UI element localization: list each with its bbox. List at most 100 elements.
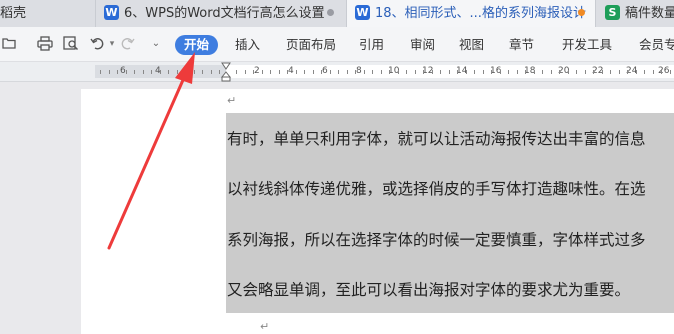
print-icon[interactable] [36,36,54,52]
ruler-tick [347,70,348,74]
tab-docer[interactable]: 稻壳 [0,0,94,27]
menu-insert[interactable]: 插入 [235,35,260,55]
menu-home[interactable]: 开始 [175,35,219,55]
menu-view[interactable]: 视图 [459,35,484,55]
ruler-tick [415,70,416,74]
horizontal-ruler[interactable]: 6 4 2 2 4 6 8 10 12 14 16 18 20 22 24 26 [0,62,674,82]
tab-label: 18、相同形式、...格的系列海报设计 [375,6,586,21]
indent-marker-icon[interactable] [221,62,231,82]
ruler-tick [245,70,246,74]
tab-close-dot-icon[interactable] [327,9,334,16]
ruler-tick [185,70,186,74]
ruler-tick [542,70,543,74]
ruler-tick [534,70,535,74]
menu-member[interactable]: 会员专 [639,35,674,55]
ruler-tick [262,70,263,74]
ruler-number: 6 [120,66,126,76]
ruler-number: 6 [322,66,328,76]
ruler-tick [627,70,628,74]
ruler-number: 4 [288,66,294,76]
ruler-tick [568,70,569,74]
ruler-tick [449,70,450,74]
redo-icon[interactable] [121,36,135,52]
menu-review[interactable]: 审阅 [410,35,435,55]
undo-dropdown-icon[interactable]: ▾ [107,36,117,52]
word-document-icon: W [355,5,370,20]
ruler-tick [593,70,594,74]
ruler-tick [177,70,178,74]
ruler-tick [236,70,237,74]
menu-section[interactable]: 章节 [509,35,534,55]
ruler-tick [389,70,390,74]
ruler-tick [517,70,518,74]
ruler-tick [508,70,509,74]
ruler-tick [202,70,203,74]
ruler-tick [610,70,611,74]
ruler-tick [134,70,135,74]
print-preview-icon[interactable] [62,36,80,52]
ruler-tick [117,70,118,74]
chevron-down-icon[interactable]: ⌄ [150,36,162,52]
tab-spreadsheet-manuscript-count[interactable]: S 稿件数量 [597,0,674,27]
menu-references[interactable]: 引用 [359,35,384,55]
ruler-tick [355,70,356,74]
ruler-tick [321,70,322,74]
ruler-tick [270,70,271,74]
ruler-tick [576,70,577,74]
ruler-tick [500,70,501,74]
menu-page-layout[interactable]: 页面布局 [286,35,336,55]
folder-icon[interactable] [2,36,16,52]
ruler-tick [211,70,212,74]
ruler-tick [483,70,484,74]
ruler-tick [559,70,560,74]
ruler-tick [670,70,671,74]
ruler-tick [287,70,288,74]
ruler-tick [440,70,441,74]
undo-icon[interactable] [89,36,107,52]
ruler-tick [168,70,169,74]
ruler-tick [330,70,331,74]
ruler-tick [551,70,552,74]
ruler-tick [636,70,637,74]
word-document-icon: W [104,5,119,20]
ruler-tick [194,70,195,74]
ruler-number: 8 [356,66,362,76]
document-text-line[interactable]: 又会略显单调，至此可以看出海报对字体的要求尤为重要。 [227,280,630,300]
ruler-tick [423,70,424,74]
ruler-tick [619,70,620,74]
ruler-tick [406,70,407,74]
ruler-tick [338,70,339,74]
ruler-tick [585,70,586,74]
ruler-tick [219,70,220,74]
ruler-number: 2 [188,66,194,76]
document-text-line[interactable]: 有时，单单只利用字体，就可以让活动海报传达出丰富的信息 [227,129,646,149]
ruler-tick [372,70,373,74]
ruler-tick [474,70,475,74]
ruler-tick [644,70,645,74]
ruler-tick [661,70,662,74]
unsaved-dot-icon[interactable] [578,9,585,16]
ruler-tick [398,70,399,74]
ruler-tick [466,70,467,74]
tab-label: 6、WPS的Word文档行高怎么设置 [124,6,325,21]
ruler-tick [381,70,382,74]
document-tab-bar: 稻壳 W 6、WPS的Word文档行高怎么设置 W 18、相同形式、...格的系… [0,0,674,27]
ribbon-menu-bar: ▾ ⌄ 开始 插入 页面布局 引用 审阅 视图 章节 开发工具 会员专 [0,27,674,62]
ruler-tick [364,70,365,74]
ruler-tick [151,70,152,74]
ruler-tick [491,70,492,74]
menu-developer-tools[interactable]: 开发工具 [562,35,612,55]
ruler-tick [126,70,127,74]
document-text-line[interactable]: 以衬线斜体传递优雅，或选择俏皮的手写体打造趣味性。在选 [227,179,646,199]
ruler-tick [602,70,603,74]
ruler-tick [304,70,305,74]
document-text-line[interactable]: 系列海报，所以在选择字体的时候一定要慎重，字体样式过多 [227,230,646,250]
tab-document-wps-line-height[interactable]: W 6、WPS的Word文档行高怎么设置 [95,0,345,27]
paragraph-end-mark: ↵ [260,320,270,333]
paragraph-mark: ↵ [227,94,237,107]
ruler-number: 2 [254,66,260,76]
ruler-tick [109,70,110,74]
tab-document-poster-design-active[interactable]: W 18、相同形式、...格的系列海报设计 [346,0,596,27]
ruler-tick [279,70,280,74]
ruler-tick [432,70,433,74]
